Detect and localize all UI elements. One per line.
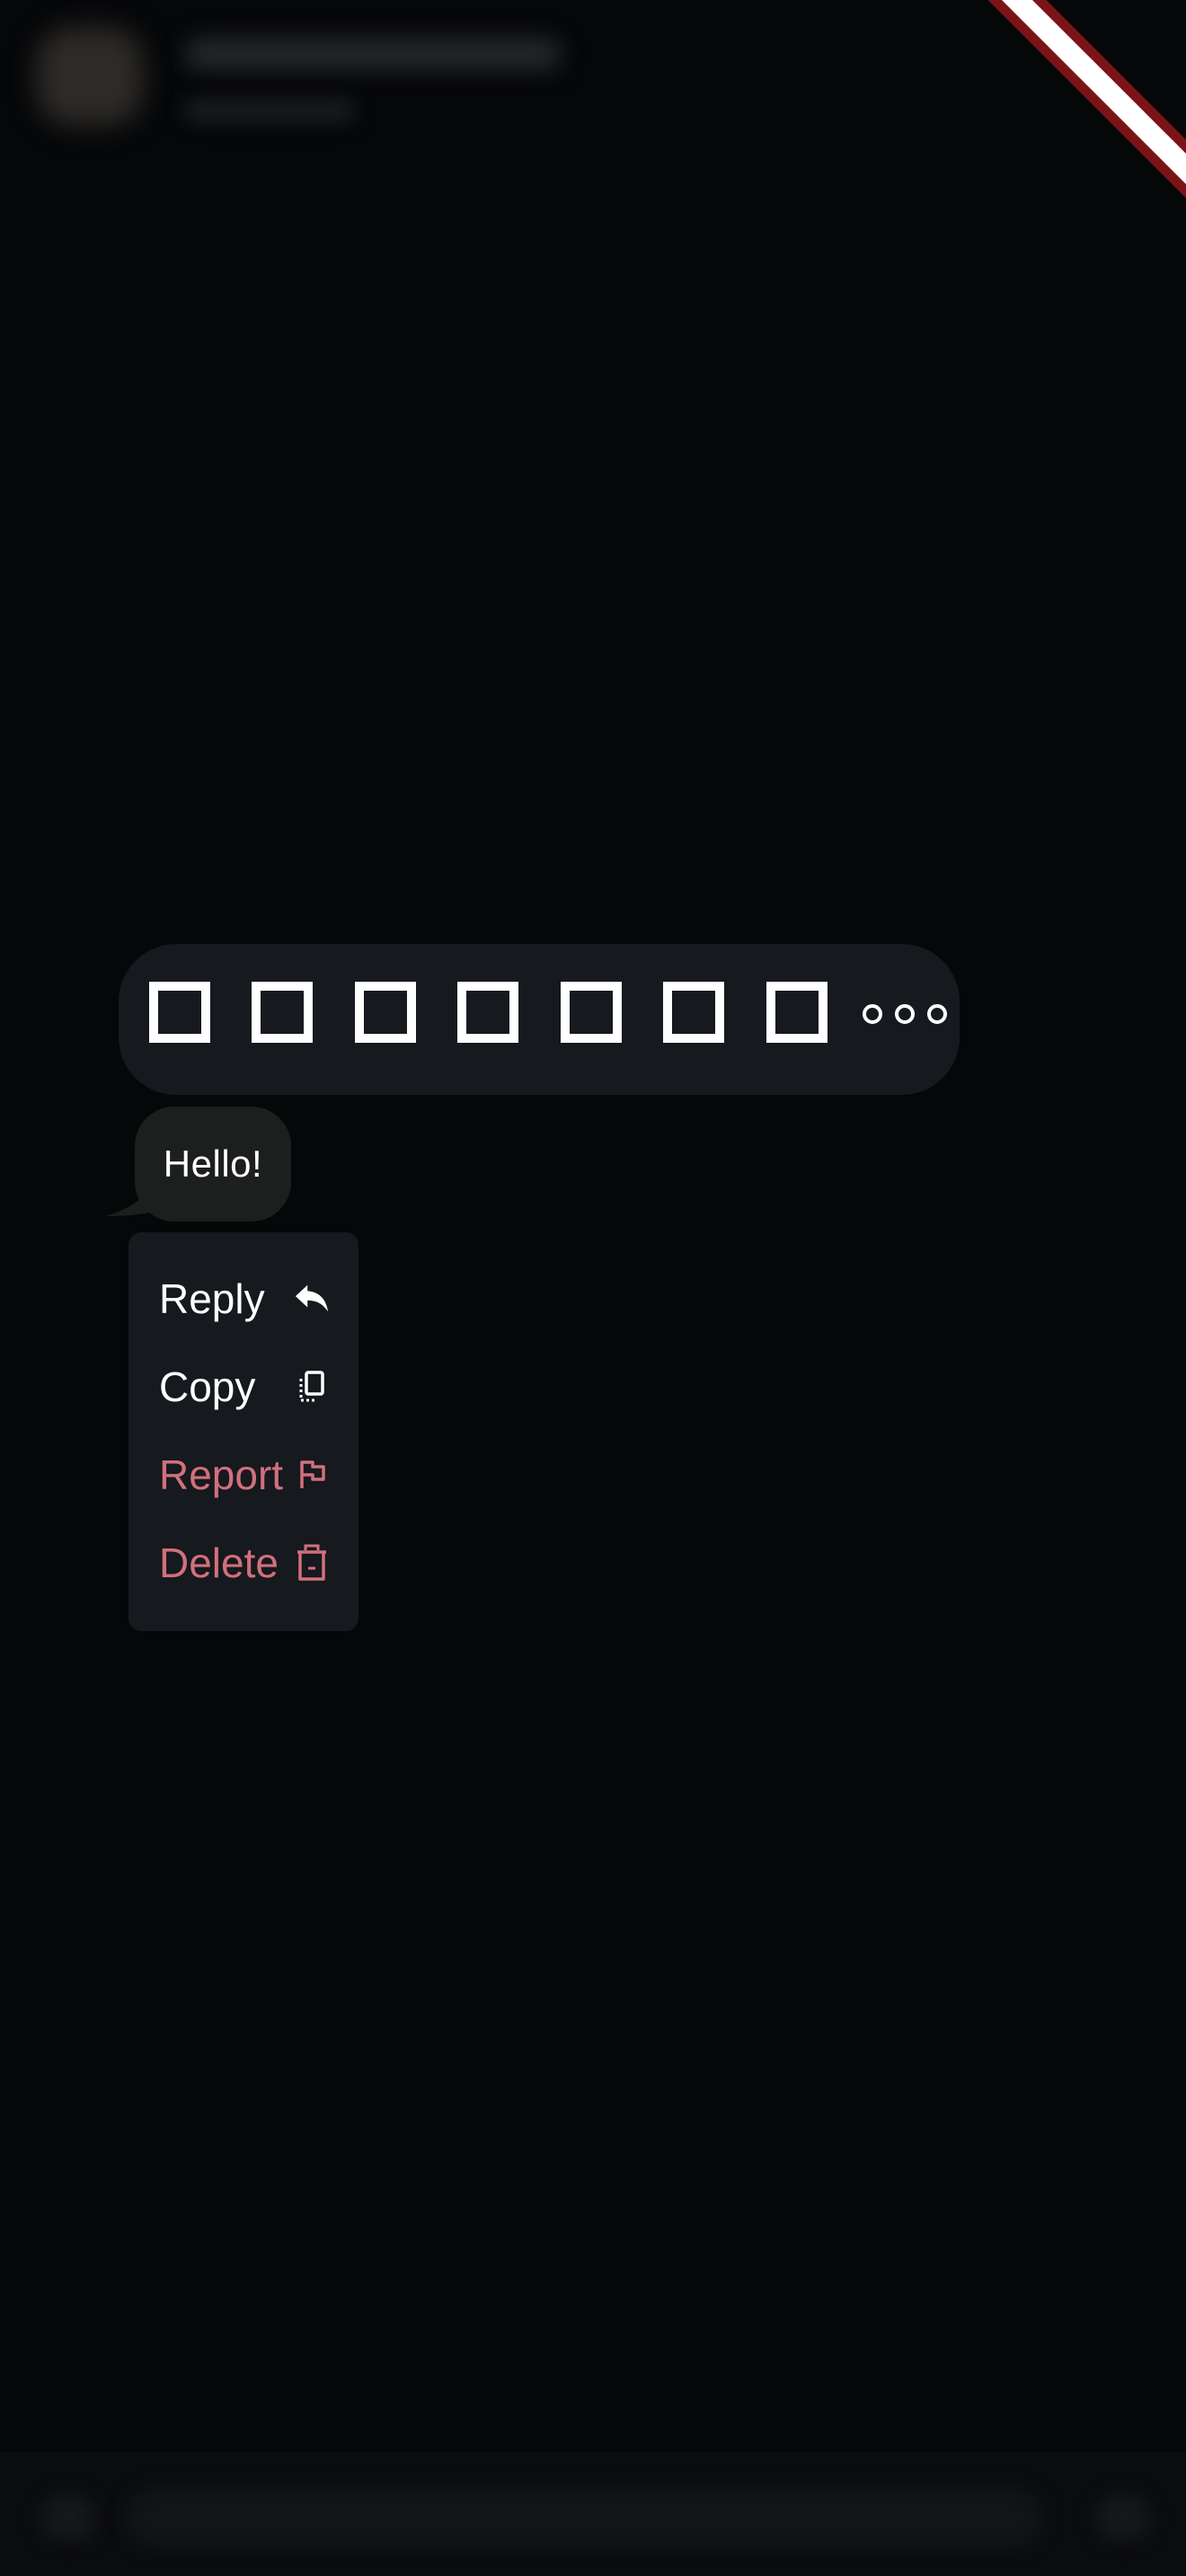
- chat-header: [0, 0, 1186, 153]
- reaction-button-2[interactable]: [252, 982, 313, 1043]
- flag-icon: [294, 1457, 330, 1493]
- reply-icon: [294, 1281, 330, 1317]
- more-reactions-icon[interactable]: [863, 998, 947, 1030]
- avatar: [36, 27, 144, 126]
- message-actions-screen: Hello! Reply Copy Report Delete: [0, 0, 1186, 2576]
- reply-label: Reply: [159, 1275, 265, 1322]
- delete-menu-item[interactable]: Delete: [159, 1527, 330, 1599]
- copy-label: Copy: [159, 1363, 256, 1410]
- reaction-button-4[interactable]: [457, 982, 518, 1043]
- message-composer: [0, 2452, 1186, 2576]
- report-label: Report: [159, 1451, 284, 1498]
- more-dot: [895, 1004, 915, 1024]
- copy-icon: [294, 1369, 330, 1405]
- reaction-button-3[interactable]: [355, 982, 416, 1043]
- reaction-button-7[interactable]: [766, 982, 828, 1043]
- send-icon: [1096, 2495, 1150, 2540]
- more-dot: [927, 1004, 947, 1024]
- message-input: [126, 2488, 1042, 2547]
- trash-icon: [294, 1544, 330, 1581]
- reply-menu-item[interactable]: Reply: [159, 1263, 330, 1335]
- reaction-button-1[interactable]: [149, 982, 210, 1043]
- reaction-button-6[interactable]: [663, 982, 724, 1043]
- reaction-bar: [119, 944, 960, 1095]
- chat-subtitle-placeholder: [184, 99, 355, 122]
- more-dot: [863, 1004, 882, 1024]
- copy-menu-item[interactable]: Copy: [159, 1351, 330, 1423]
- chat-title-placeholder: [184, 38, 562, 70]
- message-text: Hello!: [163, 1142, 263, 1185]
- message-context-menu: Reply Copy Report Delete: [128, 1232, 358, 1631]
- message-bubble[interactable]: Hello!: [135, 1107, 291, 1222]
- report-menu-item[interactable]: Report: [159, 1439, 330, 1511]
- reaction-button-5[interactable]: [561, 982, 622, 1043]
- attach-icon: [41, 2495, 95, 2540]
- delete-label: Delete: [159, 1539, 279, 1586]
